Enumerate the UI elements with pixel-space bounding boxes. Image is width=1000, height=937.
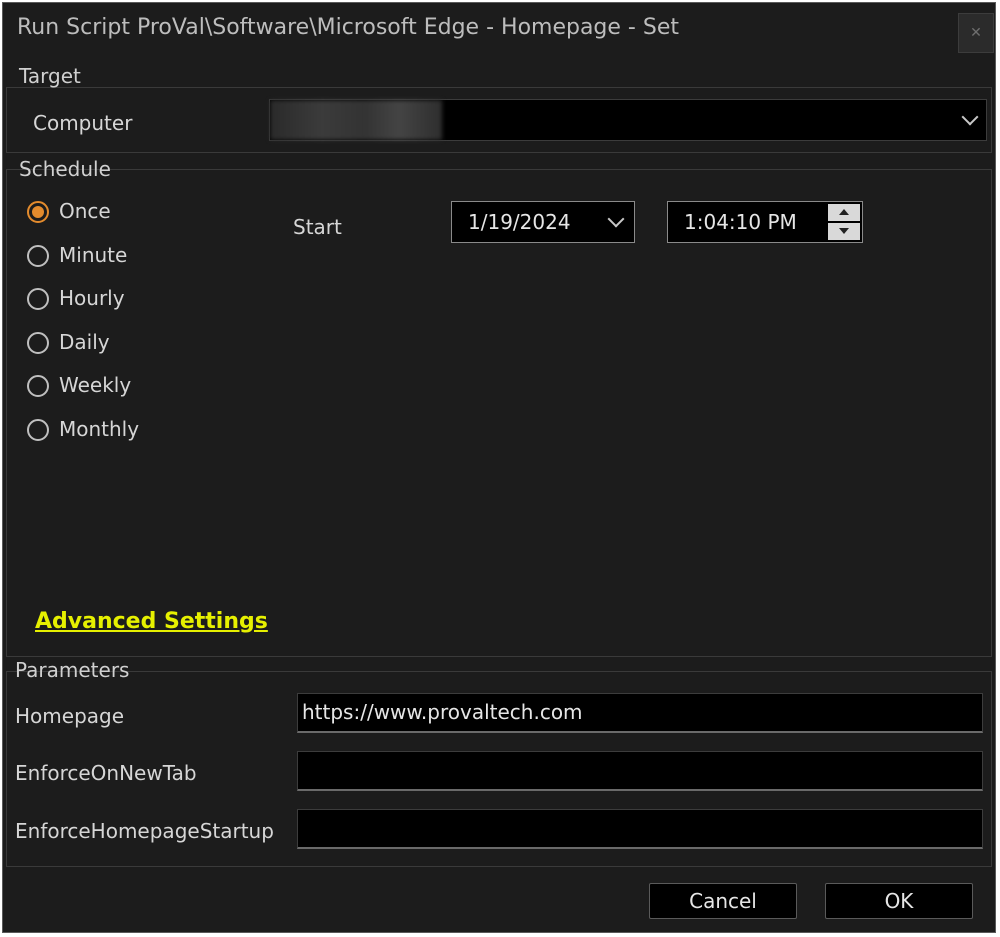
start-date-value: 1/19/2024 — [468, 210, 571, 234]
start-time-value: 1:04:10 PM — [684, 210, 797, 234]
target-group-label: Target — [19, 64, 81, 88]
radio-unchecked-icon — [27, 288, 49, 310]
enforce-on-new-tab-input[interactable] — [297, 751, 983, 791]
homepage-label: Homepage — [15, 704, 125, 728]
computer-dropdown[interactable] — [269, 99, 987, 141]
run-script-dialog: Run Script ProVal\Software\Microsoft Edg… — [2, 2, 996, 933]
radio-unchecked-icon — [27, 419, 49, 441]
time-spin-up[interactable] — [828, 204, 860, 221]
dialog-title: Run Script ProVal\Software\Microsoft Edg… — [17, 15, 679, 40]
chevron-down-icon — [607, 210, 625, 228]
radio-checked-icon — [27, 201, 49, 223]
option-label: Once — [59, 199, 111, 223]
parameters-group-label: Parameters — [15, 658, 130, 682]
computer-label: Computer — [33, 111, 133, 135]
option-label: Hourly — [59, 286, 125, 310]
enforce-homepage-startup-input[interactable] — [297, 809, 983, 849]
advanced-settings-link[interactable]: Advanced Settings — [35, 609, 268, 634]
option-label: Daily — [59, 330, 110, 354]
schedule-group-label: Schedule — [19, 157, 111, 181]
ok-button[interactable]: OK — [825, 883, 973, 919]
start-time-picker[interactable]: 1:04:10 PM — [667, 201, 863, 243]
chevron-down-icon — [961, 108, 979, 126]
option-label: Monthly — [59, 417, 140, 441]
radio-unchecked-icon — [27, 245, 49, 267]
enforce-homepage-startup-label: EnforceHomepageStartup — [15, 819, 274, 843]
option-label: Minute — [59, 243, 128, 267]
homepage-input[interactable]: https://www.provaltech.com — [297, 693, 983, 733]
time-spin-down[interactable] — [828, 223, 860, 240]
cancel-button[interactable]: Cancel — [649, 883, 797, 919]
radio-unchecked-icon — [27, 332, 49, 354]
spin-up-icon — [839, 209, 849, 215]
spin-down-icon — [839, 228, 849, 234]
close-icon: ✕ — [970, 25, 982, 41]
title-bar: Run Script ProVal\Software\Microsoft Edg… — [3, 3, 995, 55]
enforce-on-new-tab-label: EnforceOnNewTab — [15, 761, 197, 785]
option-label: Weekly — [59, 373, 132, 397]
redacted-computer-name — [270, 100, 442, 140]
close-button[interactable]: ✕ — [958, 13, 994, 53]
start-date-picker[interactable]: 1/19/2024 — [451, 201, 635, 243]
start-label: Start — [293, 215, 342, 239]
radio-unchecked-icon — [27, 375, 49, 397]
